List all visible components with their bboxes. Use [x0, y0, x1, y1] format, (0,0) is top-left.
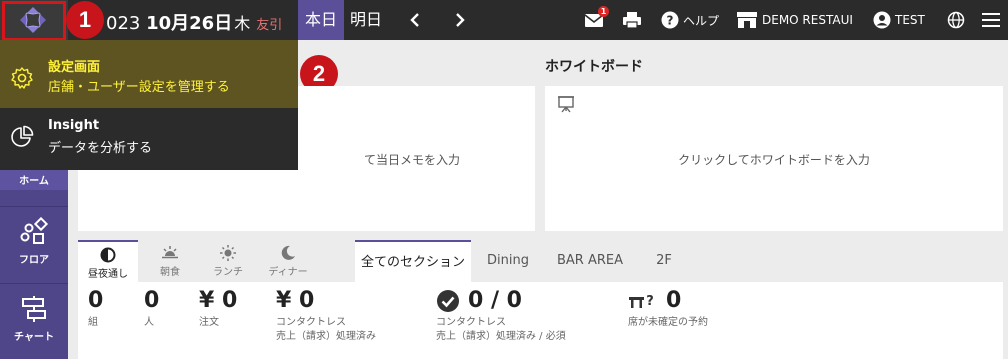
pie-chart-icon: [11, 125, 34, 147]
tab-lunch[interactable]: ランチ: [198, 240, 258, 282]
tab-all-day-label: 昼夜通し: [88, 269, 128, 280]
sidebar-item-chart[interactable]: チャート: [0, 283, 68, 359]
printer-icon: [623, 12, 641, 29]
user-menu[interactable]: TEST: [873, 0, 925, 40]
menu-insight-subtitle: データを分析する: [48, 141, 153, 156]
today-button[interactable]: 本日: [298, 0, 344, 40]
stat-contactless-required: 0 / 0 コンタクトレス 売上（請求）処理済み / 必須: [436, 288, 566, 344]
app-dropdown-menu: 設定画面 店舗・ユーザー設定を管理する Insight データを分析する: [0, 40, 298, 170]
tab-section-bar-area[interactable]: BAR AREA: [550, 240, 630, 282]
date-weekday: 木: [234, 14, 251, 33]
whiteboard-placeholder: クリックしてホワイトボードを入力: [678, 153, 870, 167]
stat-unassigned-value: 0: [666, 288, 682, 313]
restaurant-name: DEMO RESTAUI: [762, 13, 853, 27]
print-button[interactable]: [622, 0, 642, 40]
tab-dinner[interactable]: ディナー: [258, 240, 318, 282]
top-bar: 023 10月26日木友引 本日 明日 1 ? ヘルプ DEMO RESTAUI…: [0, 0, 1008, 41]
tab-breakfast-label: 朝食: [160, 267, 180, 278]
current-date[interactable]: 023 10月26日木友引: [106, 9, 282, 35]
menu-insight-title: Insight: [48, 118, 100, 133]
tab-section-2f[interactable]: 2F: [646, 240, 682, 282]
tomorrow-button[interactable]: 明日: [350, 0, 382, 40]
messages-button[interactable]: 1: [584, 0, 609, 40]
stat-contactless-sales-value: ¥ 0: [276, 288, 315, 313]
stat-contactless-sales-label-1: コンタクトレス: [276, 317, 346, 328]
gear-icon: [11, 67, 33, 89]
svg-text:?: ?: [646, 294, 654, 309]
moon-icon: [281, 245, 295, 260]
stat-groups-value: 0: [88, 288, 104, 313]
floor-icon: [20, 217, 49, 244]
stat-people-label: 人: [144, 317, 154, 328]
tab-section-dining[interactable]: Dining: [478, 240, 538, 282]
stat-unassigned-value-row: ? 0: [628, 288, 708, 313]
stat-contactless-sales-label: コンタクトレス 売上（請求）処理済み: [276, 316, 376, 344]
stat-people-value: 0: [144, 288, 160, 313]
tab-lunch-label: ランチ: [213, 267, 243, 278]
annotation-marker-1: 1: [66, 1, 104, 39]
menu-item-insight[interactable]: Insight データを分析する: [0, 108, 298, 170]
sidebar-item-floor[interactable]: フロア: [0, 206, 68, 282]
date-month-day: 10月26日: [146, 13, 233, 34]
chart-icon: [22, 296, 46, 322]
stat-unassigned-reservations: ? 0 席が未確定の予約: [628, 288, 708, 330]
store-icon: [737, 12, 757, 28]
user-name: TEST: [895, 13, 925, 27]
stats-body: 0 組 0 人 ¥ 0 注文 ¥ 0 コンタクトレス 売上（請求）処理済み 0 …: [78, 282, 1003, 359]
stat-contactless-required-label-2: 売上（請求）処理済み / 必須: [436, 331, 566, 342]
tab-all-sections[interactable]: 全てのセクション: [355, 240, 471, 282]
half-circle-icon: [100, 247, 116, 263]
sun-icon: [220, 245, 236, 261]
svg-text:?: ?: [667, 14, 674, 28]
app-logo-icon: [20, 7, 46, 33]
stat-groups-label: 組: [88, 317, 98, 328]
table-question-icon: ?: [629, 294, 654, 309]
restaurant-selector[interactable]: DEMO RESTAUI: [736, 0, 853, 40]
chevron-right-icon[interactable]: [452, 12, 468, 28]
sunrise-icon: [162, 246, 178, 259]
stat-contactless-required-value: 0 / 0: [468, 288, 522, 313]
stat-contactless-required-label: コンタクトレス 売上（請求）処理済み / 必須: [436, 316, 566, 344]
memo-placeholder: て当日メモを入力: [364, 153, 461, 167]
tab-all-day[interactable]: 昼夜通し: [78, 240, 138, 282]
user-icon: [873, 11, 891, 29]
stats-section: 昼夜通し 朝食 ランチ ディナー 全てのセクション Dining BAR ARE…: [78, 240, 1003, 359]
menu-settings-subtitle: 店舗・ユーザー設定を管理する: [48, 80, 230, 95]
stat-orders-label: 注文: [199, 317, 219, 328]
mail-badge: 1: [598, 6, 609, 17]
tab-breakfast[interactable]: 朝食: [140, 240, 200, 282]
stat-contactless-sales: ¥ 0 コンタクトレス 売上（請求）処理済み: [276, 288, 376, 344]
menu-icon: [982, 13, 1000, 27]
help-button[interactable]: ? ヘルプ: [661, 0, 719, 40]
check-circle-icon: [437, 289, 459, 312]
whiteboard-panel[interactable]: クリックしてホワイトボードを入力: [545, 86, 1003, 231]
sidebar-floor-label: フロア: [19, 255, 49, 266]
tab-dinner-label: ディナー: [268, 267, 308, 278]
stat-people: 0 人: [144, 288, 159, 330]
sidebar-home-label: ホーム: [19, 176, 49, 187]
help-label: ヘルプ: [683, 13, 720, 28]
sidebar-chart-label: チャート: [14, 332, 54, 343]
app-menu-button[interactable]: [0, 0, 68, 41]
menu-settings-title: 設定画面: [48, 60, 101, 75]
presentation-board-icon: [558, 96, 574, 113]
date-rokuyo: 友引: [256, 18, 283, 33]
whiteboard-title: ホワイトボード: [545, 59, 643, 75]
chevron-left-icon[interactable]: [407, 12, 423, 28]
stat-contactless-required-value-row: 0 / 0: [436, 288, 566, 313]
date-year: 023: [106, 13, 141, 34]
menu-item-settings[interactable]: 設定画面 店舗・ユーザー設定を管理する: [0, 40, 298, 108]
stat-orders: ¥ 0 注文: [199, 288, 237, 330]
stat-unassigned-label: 席が未確定の予約: [628, 317, 708, 328]
stat-contactless-required-label-1: コンタクトレス: [436, 317, 506, 328]
stat-orders-value: ¥ 0: [199, 288, 238, 313]
stat-contactless-sales-label-2: 売上（請求）処理済み: [276, 331, 376, 342]
hamburger-menu-button[interactable]: [982, 0, 1000, 40]
stat-groups: 0 組: [88, 288, 103, 330]
globe-icon: [947, 11, 965, 29]
language-button[interactable]: [947, 0, 965, 40]
help-icon: ?: [661, 11, 679, 29]
